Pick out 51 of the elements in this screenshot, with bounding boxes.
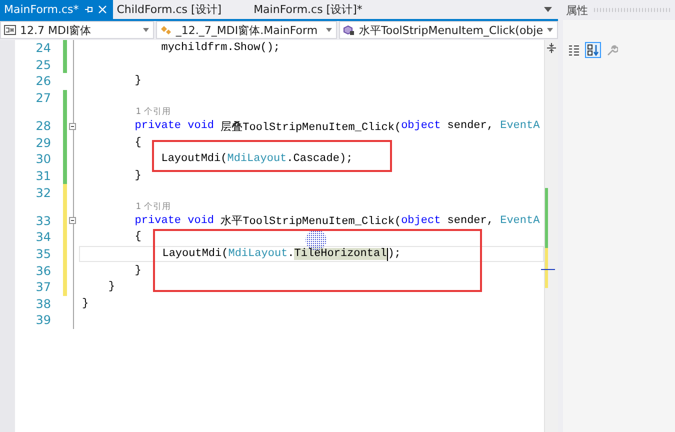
line-number: 39 (34, 313, 51, 328)
line-number: 36 (34, 264, 51, 278)
collapse-icon[interactable] (69, 122, 76, 130)
code-line: } (82, 298, 89, 310)
line-number: 31 (34, 169, 51, 184)
panel-title: 属性 (566, 2, 588, 18)
collapse-icon[interactable] (69, 217, 76, 224)
line-number: 30 (34, 152, 51, 166)
reference-count-link[interactable]: 1 个引用 (136, 106, 171, 118)
caret-icon (326, 28, 332, 32)
reference-count-link[interactable]: 1 个引用 (136, 200, 171, 213)
line-number: 25 (34, 58, 51, 72)
editor-tab[interactable]: MainForm.cs [设计]* (250, 0, 368, 19)
scrollbar[interactable] (544, 40, 558, 432)
line-number: 29 (34, 136, 51, 150)
line-number: 37 (34, 280, 51, 294)
pin-icon[interactable] (84, 5, 93, 14)
line-number: 38 (34, 296, 51, 311)
csharp-project-icon (4, 25, 16, 35)
code-line: } (134, 75, 142, 88)
code-line: { (134, 136, 142, 149)
line-number: 33 (34, 214, 51, 228)
split-icon[interactable] (547, 43, 556, 53)
line-number: 24 (34, 41, 51, 56)
line-number: 27 (34, 91, 51, 106)
close-icon[interactable] (98, 5, 107, 14)
code-line: private void 层叠ToolStripMenuItem_Click(object sender, EventA (134, 119, 540, 134)
dropdown-icon[interactable] (544, 7, 552, 12)
code-line: private void 水平ToolStripMenuItem_Click(object sender, EventA (134, 214, 540, 228)
line-number: 28 (34, 119, 51, 134)
code-line: } (134, 170, 142, 182)
caret-icon (547, 28, 553, 32)
code-line: } (107, 281, 116, 294)
method-icon (342, 25, 355, 35)
editor-tab[interactable]: MainForm.cs* (0, 0, 113, 19)
line-number: 35 (34, 247, 51, 262)
line-number: 34 (34, 230, 51, 244)
line-number: 26 (34, 74, 51, 88)
sort-alphabetical-icon[interactable] (585, 42, 601, 58)
navigation-dropdown[interactable]: 水平ToolStripMenuItem_Click(obje (338, 21, 558, 39)
line-number: 32 (34, 186, 51, 200)
navigation-dropdown[interactable]: 12.7 MDI窗体 (0, 21, 154, 39)
caret-icon (142, 28, 149, 32)
code-line: LayoutMdi(MdiLayout.Cascade); (160, 153, 353, 166)
navigation-dropdown[interactable]: _12._7_MDI窗体.MainForm (156, 21, 337, 39)
code-line: } (134, 264, 142, 277)
code-line: { (134, 231, 142, 244)
editor-tab[interactable]: ChildForm.cs [设计] (112, 0, 228, 19)
code-line: mychildfrm.Show(); (160, 42, 280, 54)
class-icon (160, 25, 172, 35)
code-line: LayoutMdi(MdiLayout.TileHorizontal); (161, 248, 401, 261)
